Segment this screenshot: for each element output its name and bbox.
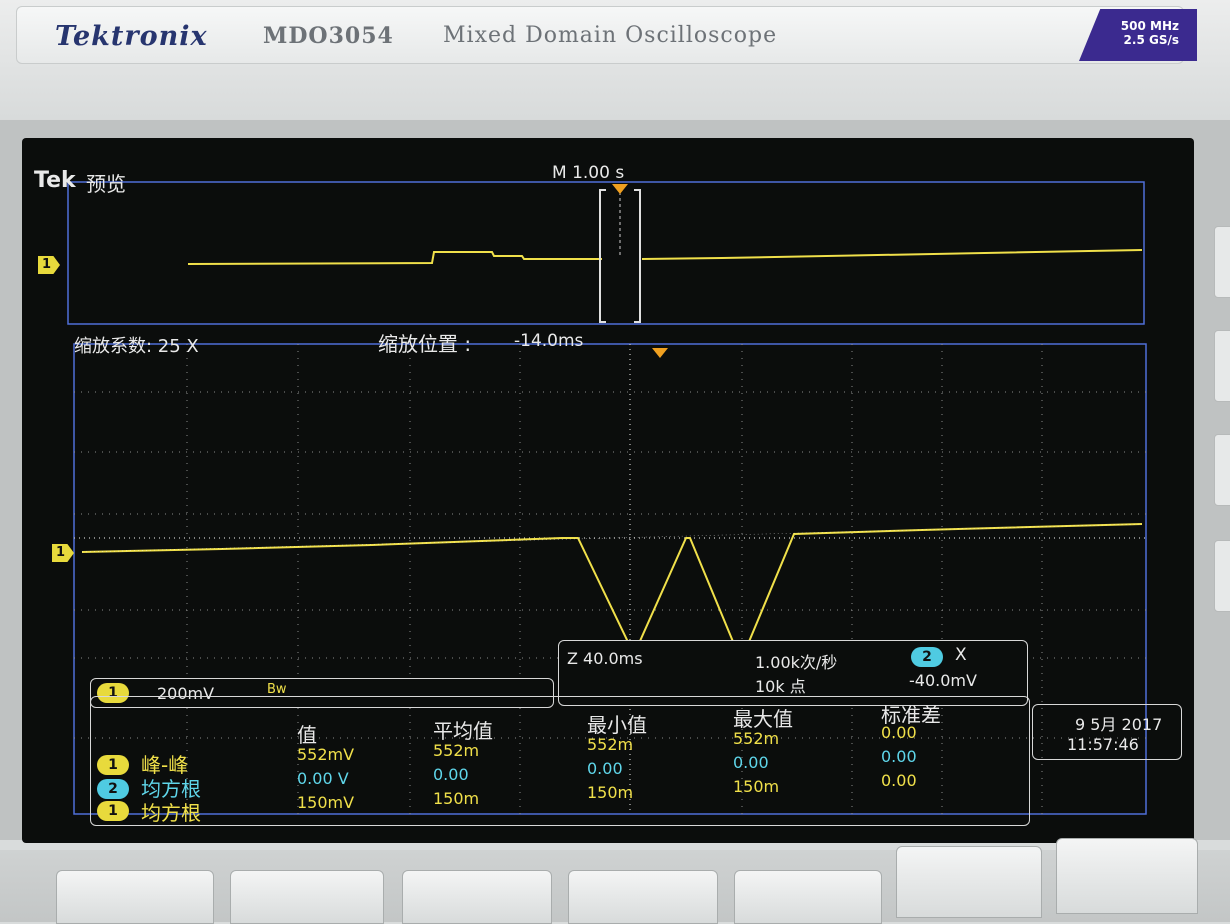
tek-logo: Tek [34,168,76,193]
date: 9 5月 2017 [1075,715,1163,734]
zoom-position-value[interactable]: -14.0ms [514,331,583,351]
row1-stddev: 0.00 [881,723,917,742]
row3-min: 150m [587,783,634,802]
overview-waveform [187,251,602,265]
cursor-label: X [955,645,967,665]
row1-channel-badge: 1 [97,755,129,775]
row2-stddev: 0.00 [881,747,917,766]
zoom-bracket-left [599,189,606,323]
softkey-4[interactable] [568,870,718,924]
zoom-bracket-right [634,189,641,323]
side-key-3[interactable] [1214,434,1230,506]
zoom-factor[interactable]: 缩放系数: 25 X [74,332,199,358]
col-header-mean: 平均值 [433,719,493,743]
row3-value: 150mV [297,793,355,812]
col-header-min: 最小值 [587,713,647,737]
datetime-panel: 9 5月 2017 11:57:46 [1032,704,1182,760]
main-timebase[interactable]: M 1.00 s [552,163,624,183]
cursor-channel-badge[interactable]: 2 [911,647,943,667]
row2-min: 0.00 [587,759,623,778]
spec-badge: 500 MHz 2.5 GS/s [1079,9,1197,61]
softkey-1[interactable] [56,870,214,924]
brand-logo: Tektronix [55,21,208,52]
zoom-trigger-icon [652,348,668,358]
row1-min: 552m [587,735,634,754]
model-number: MDO3054 [263,23,394,49]
spec-bandwidth: 500 MHz [1120,19,1179,33]
row3-name: 均方根 [141,801,201,825]
col-header-value: 值 [297,723,317,747]
cursor-value: -40.0mV [909,671,977,690]
acquisition-rate: 1.00k次/秒 [755,653,838,672]
row1-mean: 552m [433,741,480,760]
row1-max: 552m [733,729,780,748]
softkey-3[interactable] [402,870,552,924]
bandwidth-limit-icon: Bw [267,682,287,697]
acquisition-mode: 预览 [86,172,126,196]
row3-max: 150m [733,777,780,796]
row2-max: 0.00 [733,753,769,772]
zoom-scale[interactable]: Z 40.0ms [567,649,643,668]
row1-value: 552mV [297,745,355,764]
spec-samplerate: 2.5 GS/s [1123,33,1179,47]
record-length: 10k 点 [755,677,806,696]
side-key-2[interactable] [1214,330,1230,402]
softkey-6[interactable] [896,846,1042,918]
side-key-4[interactable] [1214,540,1230,612]
measurement-panel: 值 平均值 最小值 最大值 标准差 1 峰-峰 552mV 552m 552m … [90,696,1030,826]
softkey-7[interactable] [1056,838,1198,914]
overview-waveform-2 [641,249,1143,260]
side-key-1[interactable] [1214,226,1230,298]
row3-channel-badge: 1 [97,801,129,821]
row2-mean: 0.00 [433,765,469,784]
softkey-2[interactable] [230,870,384,924]
trigger-position-icon [612,184,628,194]
zoom-position-label: 缩放位置 : [378,332,472,356]
row3-mean: 150m [433,789,480,808]
brand-strip: Tektronix MDO3054 Mixed Domain Oscillosc… [16,6,1197,64]
row2-channel-badge: 2 [97,779,129,799]
model-description: Mixed Domain Oscilloscope [443,23,778,48]
row2-value: 0.00 V [297,769,349,788]
softkey-5[interactable] [734,870,882,924]
ch1-zoom-waveform [81,523,1143,645]
bezel-top: Tektronix MDO3054 Mixed Domain Oscillosc… [0,0,1230,130]
oscilloscope-screen: Tek 预览 M 1.00 s 1 缩放系数: 25 X 缩放位置 : -14.… [22,138,1194,843]
time: 11:57:46 [1067,735,1139,754]
row3-stddev: 0.00 [881,771,917,790]
col-header-max: 最大值 [733,707,793,731]
